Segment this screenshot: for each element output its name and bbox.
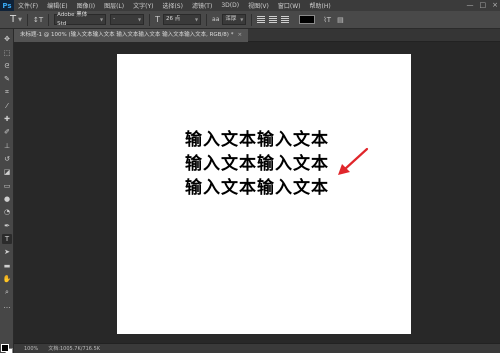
chevron-down-icon: ▼ [138, 17, 142, 22]
more-tools-icon[interactable]: … [2, 301, 12, 311]
ps-logo: Ps [0, 0, 14, 11]
gradient-tool-icon[interactable]: ▭ [2, 181, 12, 191]
menu-type[interactable]: 文字(Y) [133, 1, 153, 10]
eraser-tool-icon[interactable]: ◪ [2, 167, 12, 177]
divider [48, 13, 50, 26]
blur-tool-icon[interactable]: ● [2, 194, 12, 204]
healing-brush-tool-icon[interactable]: ✚ [2, 114, 12, 124]
options-bar: T ▼ ↕T Adobe 黑体 Std ▼ - ▼ T 26 点 ▼ aa 浑厚 ▼ ⌇… [0, 11, 500, 29]
menu-edit[interactable]: 编辑(E) [47, 1, 67, 10]
text-color-swatch[interactable] [299, 15, 316, 24]
shape-tool-icon[interactable]: ▬ [2, 261, 12, 271]
status-bar: 100% 文档:1005.7K/716.5K [14, 343, 500, 353]
font-style-value: - [113, 16, 116, 22]
path-select-tool-icon[interactable]: ➤ [2, 247, 12, 257]
menu-3d[interactable]: 3D(D) [221, 2, 239, 9]
text-tool-preset-icon[interactable]: T [10, 14, 16, 25]
move-tool-icon[interactable]: ✥ [2, 34, 12, 44]
menu-file[interactable]: 文件(F) [18, 1, 38, 10]
canvas-workspace[interactable]: 输入文本输入文本 输入文本输入文本 输入文本输入文本 [14, 43, 500, 343]
divider [149, 13, 151, 26]
text-orientation-icon[interactable]: ↕T [33, 16, 43, 24]
divider [206, 13, 208, 26]
photoshop-window: Ps 文件(F) 编辑(E) 图像(I) 图层(L) 文字(Y) 选择(S) 滤… [0, 0, 500, 353]
arrow-shaft [343, 147, 369, 171]
menu-select[interactable]: 选择(S) [162, 1, 183, 10]
tools-panel: ✥ ⬚ ᘓ ✎ ⌗ ⁄ ✚ ✐ ⊥ ↺ ◪ ▭ ● ◔ ✒ T ➤ ▬ ✋ ⌕ … [0, 29, 14, 353]
warp-text-icon[interactable]: ⌇T [323, 16, 331, 24]
antialias-value: 浑厚 [225, 16, 237, 22]
dodge-tool-icon[interactable]: ◔ [2, 207, 12, 217]
document-tab-bar: 未标题-1 @ 100% (输入文本输入文本 输入文本输入文本 输入文本输入文本… [14, 29, 500, 42]
zoom-tool-icon[interactable]: ⌕ [2, 287, 12, 297]
hand-tool-icon[interactable]: ✋ [2, 274, 12, 284]
crop-tool-icon[interactable]: ⌗ [2, 87, 12, 97]
chevron-down-icon[interactable]: ▼ [18, 17, 22, 23]
divider [251, 13, 253, 26]
type-tool-icon[interactable]: T [2, 234, 12, 244]
close-tab-icon[interactable]: × [237, 32, 242, 38]
pen-tool-icon[interactable]: ✒ [2, 221, 12, 231]
chevron-down-icon: ▼ [100, 17, 104, 22]
document-tab[interactable]: 未标题-1 @ 100% (输入文本输入文本 输入文本输入文本 输入文本输入文本… [14, 29, 249, 42]
align-left-icon[interactable] [257, 15, 266, 24]
font-family-value: Adobe 黑体 Std [57, 11, 88, 27]
document-canvas[interactable]: 输入文本输入文本 输入文本输入文本 输入文本输入文本 [117, 54, 411, 334]
antialias-icon: aa [212, 16, 220, 23]
font-style-select[interactable]: - ▼ [110, 14, 145, 25]
document-tab-title: 未标题-1 @ 100% (输入文本输入文本 输入文本输入文本 输入文本输入文本… [20, 32, 234, 38]
minimize-button[interactable]: — [467, 1, 474, 9]
antialias-select[interactable]: 浑厚 ▼ [222, 14, 247, 25]
maximize-button[interactable]: □ [480, 1, 487, 9]
menu-bar: Ps 文件(F) 编辑(E) 图像(I) 图层(L) 文字(Y) 选择(S) 滤… [0, 0, 500, 11]
character-panel-icon[interactable]: ▤ [337, 16, 344, 24]
divider [26, 13, 28, 26]
font-size-select[interactable]: 26 点 ▼ [163, 14, 202, 25]
chevron-down-icon: ▼ [194, 17, 199, 22]
document-info[interactable]: 文档:1005.7K/716.5K [48, 345, 100, 352]
align-right-icon[interactable] [281, 15, 290, 24]
align-center-icon[interactable] [269, 15, 278, 24]
menu-view[interactable]: 视图(V) [248, 1, 269, 10]
menu-window[interactable]: 窗口(W) [278, 1, 301, 10]
zoom-level[interactable]: 100% [24, 346, 38, 352]
chevron-down-icon: ▼ [240, 17, 244, 22]
font-size-icon: T [155, 15, 161, 24]
menu-filter[interactable]: 滤镜(T) [192, 1, 212, 10]
close-window-button[interactable]: × [492, 1, 498, 9]
font-size-value: 26 点 [166, 16, 181, 22]
menu-help[interactable]: 帮助(H) [310, 1, 331, 10]
clone-stamp-tool-icon[interactable]: ⊥ [2, 141, 12, 151]
menu-image[interactable]: 图像(I) [77, 1, 95, 10]
foreground-color-swatch[interactable] [1, 344, 9, 352]
red-arrow-annotation [338, 147, 369, 175]
marquee-tool-icon[interactable]: ⬚ [2, 48, 12, 58]
eyedropper-tool-icon[interactable]: ⁄ [2, 101, 12, 111]
menu-layer[interactable]: 图层(L) [104, 1, 124, 10]
history-brush-tool-icon[interactable]: ↺ [2, 154, 12, 164]
text-line-3: 输入文本输入文本 [185, 178, 329, 198]
lasso-tool-icon[interactable]: ᘓ [2, 61, 12, 71]
brush-tool-icon[interactable]: ✐ [2, 127, 12, 137]
quick-select-tool-icon[interactable]: ✎ [2, 74, 12, 84]
font-family-select[interactable]: Adobe 黑体 Std ▼ [54, 12, 107, 27]
window-controls: — □ × [467, 1, 499, 9]
